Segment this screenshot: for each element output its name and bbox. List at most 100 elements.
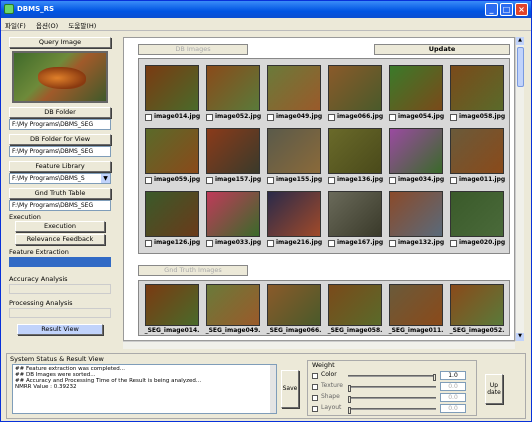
- menu-help[interactable]: 도움말(H): [64, 18, 100, 32]
- select-checkbox[interactable]: [328, 114, 335, 121]
- db-folder-view-button[interactable]: DB Folder for View: [9, 134, 111, 145]
- gnd-truth-item[interactable]: _SEG_image052.: [448, 281, 506, 337]
- select-checkbox[interactable]: [328, 177, 335, 184]
- select-checkbox[interactable]: [328, 240, 335, 247]
- gnd-truth-item[interactable]: _SEG_image014.: [143, 281, 201, 337]
- weight-slider[interactable]: [348, 407, 436, 414]
- query-image-button[interactable]: Query Image: [9, 37, 111, 48]
- select-checkbox[interactable]: [389, 114, 396, 121]
- weight-value[interactable]: 0.0: [440, 393, 466, 402]
- status-scrollbar[interactable]: [270, 365, 276, 413]
- db-image-item[interactable]: image216.jpg: [265, 189, 323, 251]
- slider-knob[interactable]: [433, 374, 436, 381]
- menu-options[interactable]: 옵션(O): [32, 18, 62, 32]
- image-thumbnail[interactable]: [389, 65, 443, 111]
- image-thumbnail[interactable]: [206, 128, 260, 174]
- gnd-truth-thumbnail[interactable]: [267, 284, 321, 326]
- gnd-truth-field[interactable]: F:\My Programs\DBMS_SEG: [9, 200, 111, 211]
- db-image-item[interactable]: image126.jpg: [143, 189, 201, 251]
- image-thumbnail[interactable]: [389, 128, 443, 174]
- image-thumbnail[interactable]: [450, 191, 504, 237]
- image-thumbnail[interactable]: [450, 65, 504, 111]
- gnd-truth-thumbnail[interactable]: [450, 284, 504, 326]
- select-checkbox[interactable]: [145, 114, 152, 121]
- weight-slider[interactable]: [348, 385, 436, 392]
- db-folder-field[interactable]: F:\My Programs\DBMS_SEG: [9, 119, 111, 130]
- db-image-item[interactable]: image020.jpg: [448, 189, 506, 251]
- db-image-item[interactable]: image155.jpg: [265, 126, 323, 188]
- db-image-item[interactable]: image034.jpg: [387, 126, 445, 188]
- image-thumbnail[interactable]: [267, 128, 321, 174]
- weight-slider[interactable]: [348, 374, 436, 381]
- slider-knob[interactable]: [348, 396, 351, 403]
- select-checkbox[interactable]: [145, 177, 152, 184]
- db-image-item[interactable]: image033.jpg: [204, 189, 262, 251]
- select-checkbox[interactable]: [267, 114, 274, 121]
- select-checkbox[interactable]: [450, 177, 457, 184]
- gnd-truth-item[interactable]: _SEG_image049.: [204, 281, 262, 337]
- scroll-thumb[interactable]: [517, 47, 524, 87]
- weight-checkbox[interactable]: [312, 406, 318, 412]
- vertical-scrollbar[interactable]: ▲ ▼: [515, 37, 524, 341]
- image-thumbnail[interactable]: [328, 65, 382, 111]
- db-image-item[interactable]: image058.jpg: [448, 63, 506, 125]
- image-thumbnail[interactable]: [267, 65, 321, 111]
- weight-update-button[interactable]: Up date: [485, 374, 503, 404]
- weight-value[interactable]: 1.0: [440, 371, 466, 380]
- weight-slider[interactable]: [348, 396, 436, 403]
- image-thumbnail[interactable]: [267, 191, 321, 237]
- image-thumbnail[interactable]: [328, 128, 382, 174]
- horizontal-scrollbar[interactable]: [123, 341, 515, 349]
- db-image-item[interactable]: image167.jpg: [326, 189, 384, 251]
- db-image-item[interactable]: image011.jpg: [448, 126, 506, 188]
- image-thumbnail[interactable]: [145, 65, 199, 111]
- weight-checkbox[interactable]: [312, 373, 318, 379]
- db-image-item[interactable]: image059.jpg: [143, 126, 201, 188]
- select-checkbox[interactable]: [206, 240, 213, 247]
- image-thumbnail[interactable]: [145, 128, 199, 174]
- db-image-item[interactable]: image132.jpg: [387, 189, 445, 251]
- select-checkbox[interactable]: [206, 177, 213, 184]
- slider-knob[interactable]: [348, 385, 351, 392]
- image-thumbnail[interactable]: [389, 191, 443, 237]
- db-folder-button[interactable]: DB Folder: [9, 107, 111, 118]
- select-checkbox[interactable]: [267, 240, 274, 247]
- weight-checkbox[interactable]: [312, 395, 318, 401]
- image-thumbnail[interactable]: [145, 191, 199, 237]
- select-checkbox[interactable]: [450, 240, 457, 247]
- minimize-icon[interactable]: _: [485, 3, 498, 16]
- relevance-feedback-button[interactable]: Relevance Feedback: [15, 234, 105, 245]
- gnd-truth-thumbnail[interactable]: [206, 284, 260, 326]
- update-button[interactable]: Update: [374, 44, 510, 55]
- gnd-truth-item[interactable]: _SEG_image011.: [387, 281, 445, 337]
- feature-library-select[interactable]: F:\My Programs\DBMS_S ▼: [9, 173, 111, 184]
- image-thumbnail[interactable]: [328, 191, 382, 237]
- db-image-item[interactable]: image136.jpg: [326, 126, 384, 188]
- weight-value[interactable]: 0.0: [440, 382, 466, 391]
- db-image-item[interactable]: image052.jpg: [204, 63, 262, 125]
- image-thumbnail[interactable]: [206, 191, 260, 237]
- slider-knob[interactable]: [348, 407, 351, 414]
- db-image-item[interactable]: image066.jpg: [326, 63, 384, 125]
- result-view-button[interactable]: Result View: [17, 324, 103, 335]
- db-image-item[interactable]: image157.jpg: [204, 126, 262, 188]
- select-checkbox[interactable]: [145, 240, 152, 247]
- save-button[interactable]: Save: [281, 370, 299, 408]
- gnd-truth-thumbnail[interactable]: [328, 284, 382, 326]
- image-thumbnail[interactable]: [450, 128, 504, 174]
- menu-file[interactable]: 파일(F): [1, 18, 30, 32]
- close-icon[interactable]: ×: [515, 3, 528, 16]
- db-folder-view-field[interactable]: F:\My Programs\DBMS_SEG: [9, 146, 111, 157]
- gnd-truth-item[interactable]: _SEG_image058.: [326, 281, 384, 337]
- image-thumbnail[interactable]: [206, 65, 260, 111]
- select-checkbox[interactable]: [389, 240, 396, 247]
- select-checkbox[interactable]: [267, 177, 274, 184]
- gnd-truth-button[interactable]: Gnd Truth Table: [9, 188, 111, 199]
- db-image-item[interactable]: image014.jpg: [143, 63, 201, 125]
- gnd-truth-thumbnail[interactable]: [145, 284, 199, 326]
- select-checkbox[interactable]: [206, 114, 213, 121]
- chevron-down-icon[interactable]: ▼: [101, 174, 110, 183]
- maximize-icon[interactable]: □: [500, 3, 513, 16]
- weight-checkbox[interactable]: [312, 384, 318, 390]
- weight-value[interactable]: 0.0: [440, 404, 466, 413]
